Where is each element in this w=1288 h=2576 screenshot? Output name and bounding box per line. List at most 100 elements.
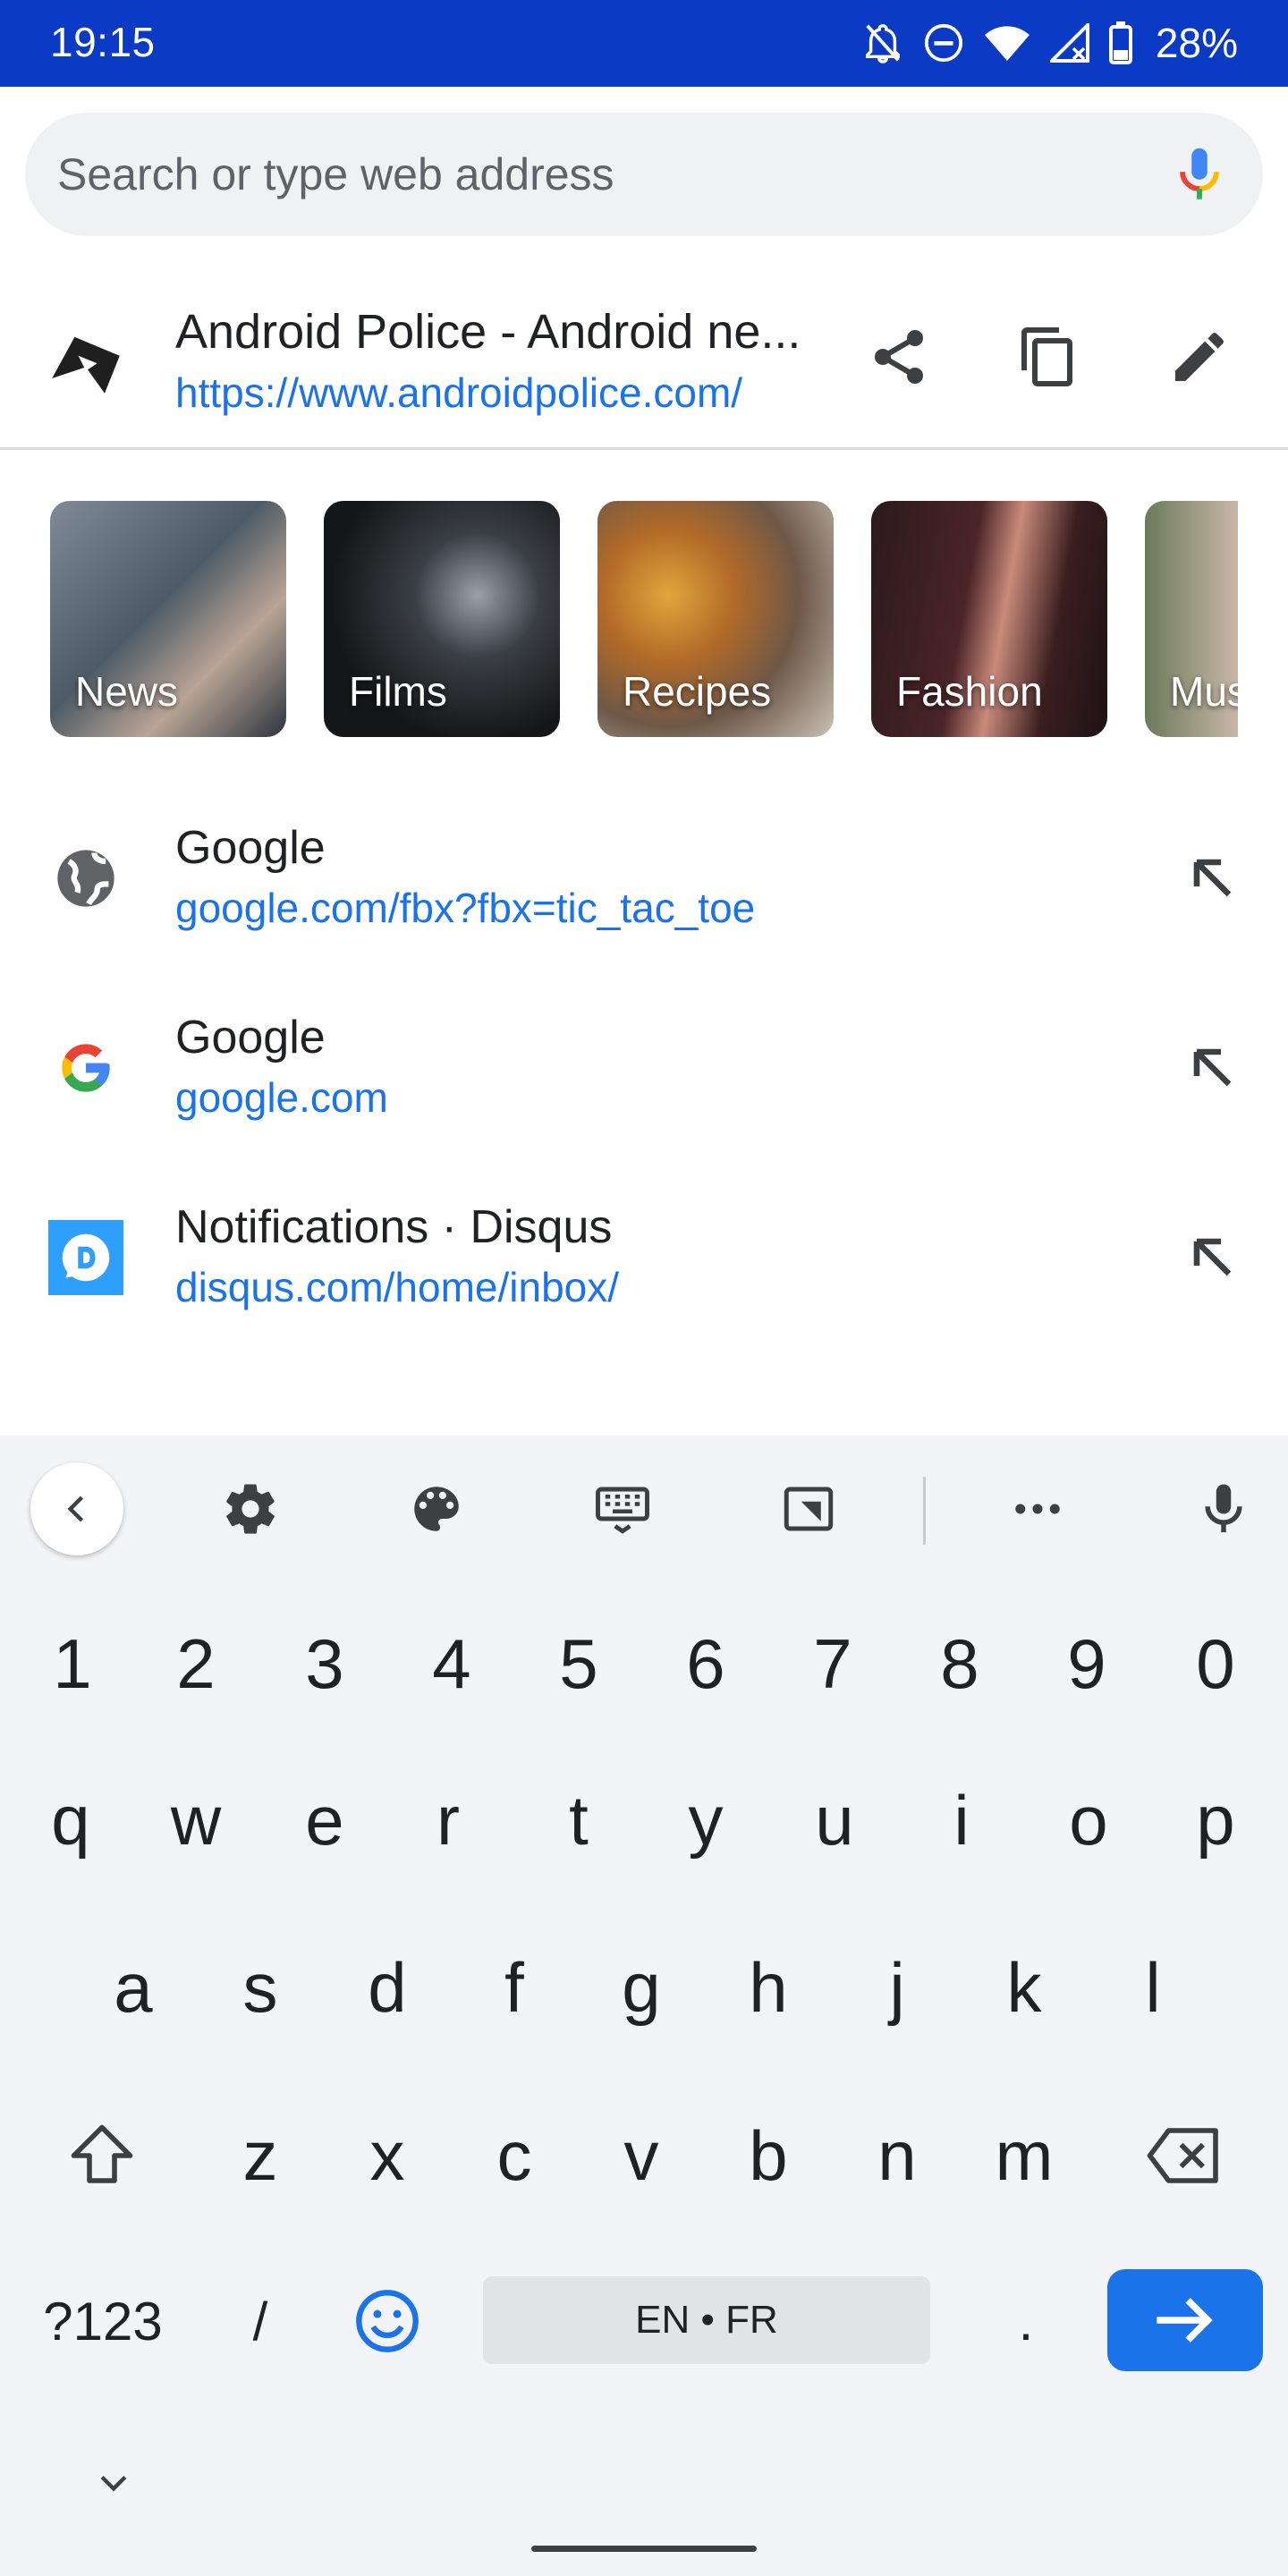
key-m[interactable]: m (973, 2089, 1075, 2223)
arrow-up-left-icon[interactable] (1181, 1036, 1245, 1100)
divider (0, 447, 1288, 450)
key-o[interactable]: o (1038, 1753, 1140, 1887)
tile-news[interactable]: News (50, 501, 286, 737)
tile-label: News (75, 668, 179, 715)
current-page-title: Android Police - Android ne... (175, 305, 801, 359)
key-c[interactable]: c (463, 2089, 565, 2223)
arrow-right-icon (1157, 2298, 1213, 2343)
suggestion-url: google.com (175, 1074, 388, 1121)
current-page-url: https://www.androidpolice.com/ (175, 369, 743, 416)
key-y[interactable]: y (655, 1753, 757, 1887)
shift-key[interactable] (48, 2089, 156, 2223)
chevron-left-icon[interactable] (30, 1462, 123, 1555)
key-t[interactable]: t (528, 1753, 630, 1887)
suggestion-item[interactable]: Google google.com/fbx?fbx=tic_tac_toe (0, 794, 1288, 973)
key-5[interactable]: 5 (528, 1597, 630, 1731)
tile-recipes[interactable]: Recipes (597, 501, 834, 737)
battery-percent: 28% (1155, 20, 1238, 66)
disqus-icon (48, 1220, 123, 1295)
tile-fashion[interactable]: Fashion (871, 501, 1107, 737)
current-page-row[interactable]: Android Police - Android ne... https://w… (0, 277, 1288, 447)
suggestion-url: google.com/fbx?fbx=tic_tac_toe (175, 885, 756, 931)
gesture-navigation-bar[interactable] (531, 2546, 757, 2552)
tile-films[interactable]: Films (324, 501, 560, 737)
key-1[interactable]: 1 (21, 1597, 123, 1731)
floating-keyboard-icon[interactable] (771, 1471, 846, 1546)
do-not-disturb-icon (923, 22, 964, 64)
space-key[interactable]: EN • FR (483, 2276, 930, 2364)
arrow-up-left-icon[interactable] (1181, 846, 1245, 911)
hide-keyboard-chevron-down-icon[interactable] (63, 2437, 165, 2527)
key-d[interactable]: d (336, 1920, 438, 2055)
notifications-off-icon (862, 21, 903, 65)
key-l[interactable]: l (1102, 1920, 1204, 2055)
emoji-key[interactable] (336, 2254, 438, 2388)
edit-icon[interactable] (1159, 317, 1240, 397)
palette-icon[interactable] (399, 1471, 474, 1546)
key-0[interactable]: 0 (1165, 1597, 1267, 1731)
key-r[interactable]: r (397, 1753, 499, 1887)
key-z[interactable]: z (209, 2089, 311, 2223)
key-u[interactable]: u (784, 1753, 886, 1887)
key-w[interactable]: w (145, 1753, 247, 1887)
suggestion-item[interactable]: Google google.com (0, 984, 1288, 1163)
key-p[interactable]: p (1165, 1753, 1267, 1887)
tile-label: Mus (1170, 668, 1238, 715)
key-6[interactable]: 6 (655, 1597, 757, 1731)
globe-icon (48, 841, 123, 916)
key-8[interactable]: 8 (909, 1597, 1011, 1731)
slash-key[interactable]: / (209, 2254, 311, 2388)
wifi-icon (984, 23, 1030, 63)
enter-key[interactable] (1107, 2269, 1263, 2371)
key-9[interactable]: 9 (1036, 1597, 1138, 1731)
key-e[interactable]: e (274, 1753, 376, 1887)
symbols-key[interactable]: ?123 (27, 2254, 179, 2388)
key-h[interactable]: h (717, 1920, 819, 2055)
key-j[interactable]: j (846, 1920, 948, 2055)
key-n[interactable]: n (846, 2089, 948, 2223)
arrow-up-left-icon[interactable] (1181, 1225, 1245, 1290)
key-f[interactable]: f (463, 1920, 565, 2055)
suggestion-title: Google (175, 822, 326, 874)
status-icons: 28% (862, 16, 1238, 70)
mic-icon[interactable] (1168, 143, 1231, 206)
key-q[interactable]: q (20, 1753, 122, 1887)
explore-tiles: News Films Recipes Fashion Mus (50, 501, 1238, 737)
period-key[interactable]: . (975, 2254, 1077, 2388)
key-x[interactable]: x (336, 2089, 438, 2223)
tile-music[interactable]: Mus (1145, 501, 1238, 737)
key-v[interactable]: v (590, 2089, 692, 2223)
tile-label: Recipes (623, 668, 772, 715)
share-icon[interactable] (859, 317, 939, 397)
copy-icon[interactable] (1008, 317, 1089, 397)
toolbar-separator (923, 1477, 926, 1545)
suggestion-title: Google (175, 1012, 326, 1063)
key-i[interactable]: i (911, 1753, 1013, 1887)
status-time: 19:15 (50, 19, 156, 65)
status-bar: 19:15 28% (0, 0, 1288, 87)
key-2[interactable]: 2 (145, 1597, 247, 1731)
tile-label: Fashion (896, 668, 1043, 715)
suggestion-title: Notifications · Disqus (175, 1201, 613, 1253)
key-b[interactable]: b (717, 2089, 819, 2223)
key-a[interactable]: a (82, 1920, 184, 2055)
omnibox[interactable] (25, 113, 1263, 236)
tile-label: Films (349, 668, 447, 715)
keyboard-layout-icon[interactable] (585, 1471, 660, 1546)
backspace-key[interactable] (1131, 2089, 1238, 2223)
emoji-icon (356, 2290, 419, 2352)
more-horizontal-icon[interactable] (1000, 1471, 1075, 1546)
keyboard-toolbar (0, 1436, 1288, 1579)
search-input[interactable] (57, 113, 1113, 236)
key-s[interactable]: s (209, 1920, 311, 2055)
key-4[interactable]: 4 (401, 1597, 503, 1731)
key-3[interactable]: 3 (274, 1597, 376, 1731)
key-7[interactable]: 7 (782, 1597, 884, 1731)
keyboard: 1 2 3 4 5 6 7 8 9 0 q w e r t y u i o p … (0, 1436, 1288, 2576)
key-k[interactable]: k (973, 1920, 1075, 2055)
key-g[interactable]: g (590, 1920, 692, 2055)
settings-gear-icon[interactable] (213, 1471, 288, 1546)
battery-icon (1108, 21, 1132, 64)
suggestion-item[interactable]: Notifications · Disqus disqus.com/home/i… (0, 1174, 1288, 1352)
voice-input-mic-icon[interactable] (1186, 1471, 1261, 1546)
